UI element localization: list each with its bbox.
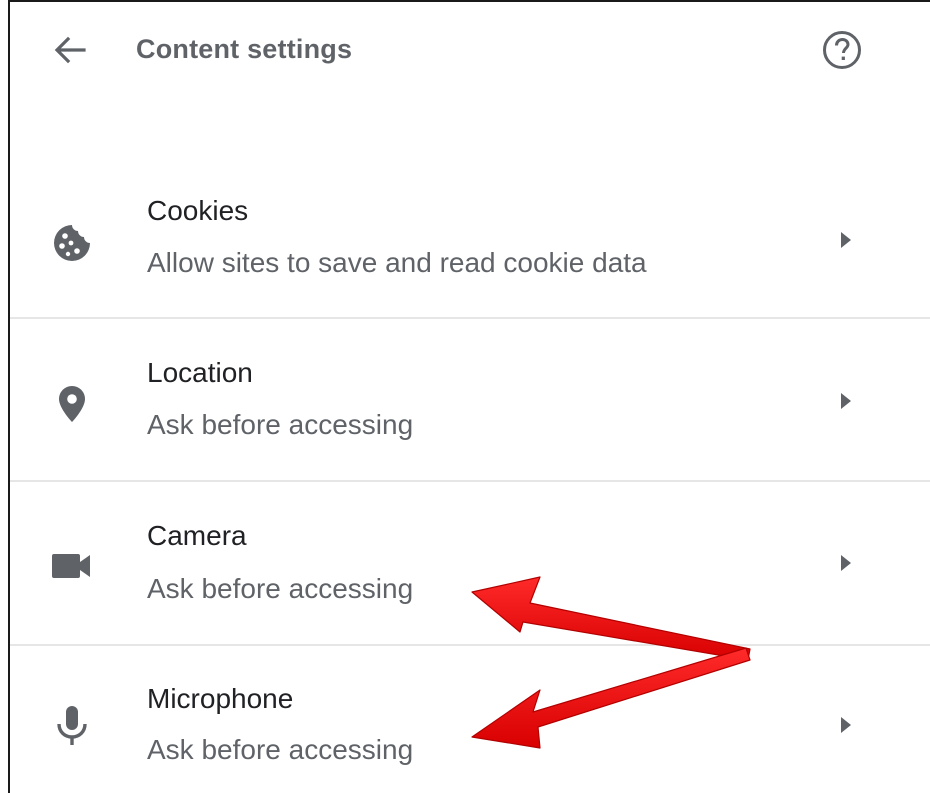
setting-row-cookies[interactable]: Cookies Allow sites to save and read coo…	[10, 160, 930, 322]
setting-title: Location	[147, 357, 253, 388]
divider	[10, 480, 930, 482]
setting-row-microphone[interactable]: Microphone Ask before accessing	[10, 646, 930, 793]
chevron-right-icon	[836, 713, 856, 737]
setting-title: Camera	[147, 520, 247, 551]
cookie-icon	[48, 219, 96, 267]
setting-subtitle: Ask before accessing	[147, 409, 414, 440]
location-pin-icon	[48, 380, 96, 428]
chevron-right-icon	[836, 389, 856, 413]
page-title: Content settings	[136, 34, 353, 64]
arrow-back-icon[interactable]	[50, 30, 90, 70]
videocam-icon	[48, 542, 96, 590]
setting-title: Microphone	[147, 683, 294, 714]
setting-row-camera[interactable]: Camera Ask before accessing	[10, 484, 930, 646]
setting-subtitle: Ask before accessing	[147, 734, 414, 765]
chevron-right-icon	[836, 551, 856, 575]
page-header: Content settings	[10, 2, 930, 98]
setting-title: Cookies	[147, 195, 249, 226]
setting-row-location[interactable]: Location Ask before accessing	[10, 322, 930, 484]
microphone-icon	[48, 702, 96, 750]
chevron-right-icon	[836, 228, 856, 252]
setting-subtitle: Allow sites to save and read cookie data	[147, 247, 647, 278]
divider	[10, 317, 930, 319]
setting-subtitle: Ask before accessing	[147, 573, 414, 604]
help-circle-icon[interactable]	[820, 28, 864, 72]
